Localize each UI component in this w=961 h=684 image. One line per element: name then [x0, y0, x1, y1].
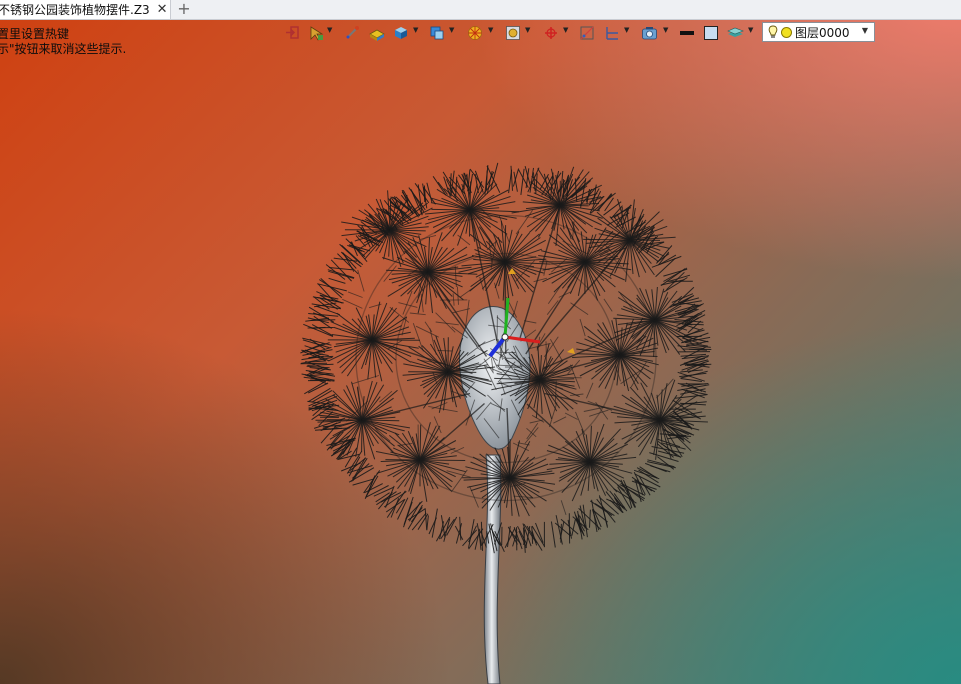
- view-orient-icon[interactable]: [428, 24, 445, 41]
- section-icon[interactable]: [578, 24, 595, 41]
- line-style-swatch[interactable]: [678, 24, 695, 41]
- grid-icon[interactable]: [603, 24, 620, 41]
- hint-line-2: 示"按钮来取消这些提示.: [0, 42, 127, 56]
- wire-mesh: [300, 162, 712, 554]
- layer-manager-dropdown-icon[interactable]: ▼: [748, 27, 753, 34]
- layer-manager-icon[interactable]: [727, 24, 744, 41]
- document-tab[interactable]: 不锈钢公园装饰植物摆件.Z3 ✕: [0, 0, 171, 19]
- layer-name: 图层0000: [795, 25, 850, 40]
- layer-selector[interactable]: 图层0000 ▼: [762, 22, 875, 42]
- pick-filter-dropdown-icon[interactable]: ▼: [327, 27, 332, 34]
- render-dropdown-icon[interactable]: ▼: [525, 27, 530, 34]
- document-tab-bar: 不锈钢公园装饰植物摆件.Z3 ✕ +: [0, 0, 961, 20]
- add-tab-icon[interactable]: +: [176, 0, 192, 19]
- camera-dropdown-icon[interactable]: ▼: [663, 27, 668, 34]
- grid-dropdown-icon[interactable]: ▼: [624, 27, 629, 34]
- triad-icon[interactable]: [542, 24, 559, 41]
- color-swatch[interactable]: [702, 24, 719, 41]
- triad-dropdown-icon[interactable]: ▼: [563, 27, 568, 34]
- close-icon[interactable]: ✕: [157, 3, 168, 16]
- display-icon[interactable]: [466, 24, 483, 41]
- exit-icon[interactable]: [284, 24, 301, 41]
- layer-color-icon[interactable]: [781, 26, 792, 38]
- render-icon[interactable]: [504, 24, 521, 41]
- lightbulb-icon[interactable]: [767, 25, 779, 39]
- view-orient-dropdown-icon[interactable]: ▼: [449, 27, 454, 34]
- document-tab-title: 不锈钢公园装饰植物摆件.Z3: [0, 3, 150, 17]
- display-dropdown-icon[interactable]: ▼: [488, 27, 493, 34]
- camera-icon[interactable]: [641, 24, 658, 41]
- solid-view-dropdown-icon[interactable]: ▼: [413, 27, 418, 34]
- solid-view-icon[interactable]: [392, 24, 409, 41]
- pick-filter-icon[interactable]: [307, 24, 324, 41]
- chevron-down-icon[interactable]: ▼: [862, 26, 868, 35]
- shade-mode-icon[interactable]: [368, 24, 385, 41]
- dandelion-model[interactable]: [0, 0, 961, 684]
- snap-icon[interactable]: [344, 24, 361, 41]
